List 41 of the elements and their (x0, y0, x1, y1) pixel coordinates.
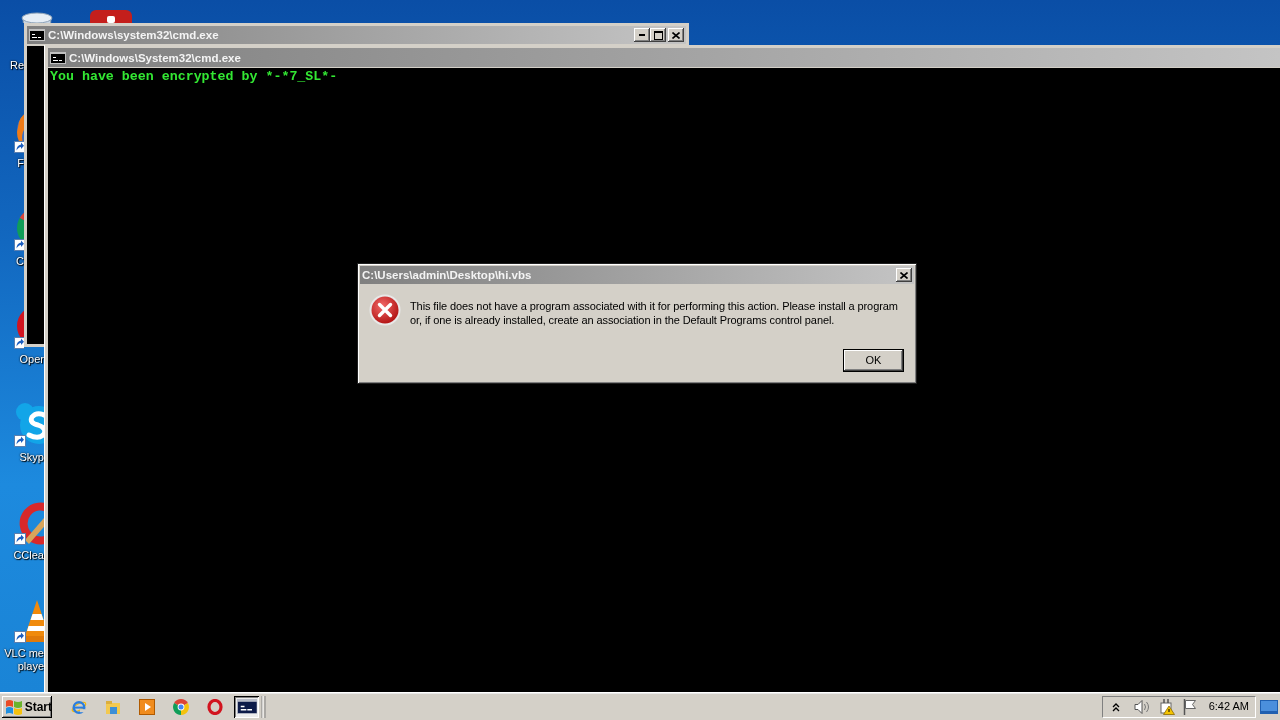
icon-label: CClea (13, 549, 44, 562)
icon-label: Re (9, 59, 24, 72)
icon-label: VLC me (4, 647, 44, 660)
brush-icon[interactable] (13, 500, 44, 548)
e-logo-icon[interactable] (71, 698, 87, 715)
chevron-up-icon[interactable] (1111, 701, 1120, 712)
dialog-title: C:\Users\admin\Desktop\hi.vbs (362, 268, 532, 282)
minimize-button[interactable] (634, 28, 650, 42)
icon-label: playe (17, 660, 44, 673)
start-button[interactable]: Start (2, 695, 52, 718)
ring-icon[interactable] (207, 698, 223, 715)
icon-label: F (17, 157, 24, 170)
icon-label: Oper (19, 353, 44, 366)
browser-icon[interactable] (173, 698, 189, 715)
clock[interactable]: 6:42 AM (1208, 698, 1249, 715)
window-title: C:\Windows\system32\cmd.exe (48, 28, 219, 42)
power-warning-icon[interactable] (1157, 698, 1175, 715)
flag-icon[interactable] (1182, 698, 1197, 715)
maximize-icon (653, 30, 663, 40)
console-icon (236, 699, 257, 714)
maximize-button[interactable] (650, 28, 666, 42)
minimize-icon (639, 34, 645, 36)
dialog-message: This file does not have a program associated with it for performing this action. Please install a program or, if one is already installed, create an association in the Default Programs control panel. (410, 300, 899, 327)
icon-label: Skyp (19, 451, 44, 464)
close-icon (900, 271, 908, 279)
ok-button[interactable]: OK (843, 349, 904, 372)
error-icon (369, 294, 401, 326)
close-icon (672, 31, 680, 39)
show-desktop-icon[interactable] (1260, 699, 1278, 714)
console-icon (29, 29, 45, 41)
icon-label: C (16, 255, 24, 268)
taskbar-button[interactable] (234, 695, 259, 718)
console-line: You have been encrypted by *-*7_SL*- (50, 70, 339, 84)
play-icon[interactable] (139, 698, 155, 715)
close-button[interactable] (668, 28, 684, 42)
logo-flag-icon (5, 698, 23, 715)
close-button[interactable] (896, 268, 912, 282)
console-icon (50, 51, 66, 64)
app-tile-icon[interactable] (87, 10, 135, 23)
window-title: C:\Windows\System32\cmd.exe (69, 50, 241, 65)
speaker-icon[interactable] (1133, 699, 1150, 714)
